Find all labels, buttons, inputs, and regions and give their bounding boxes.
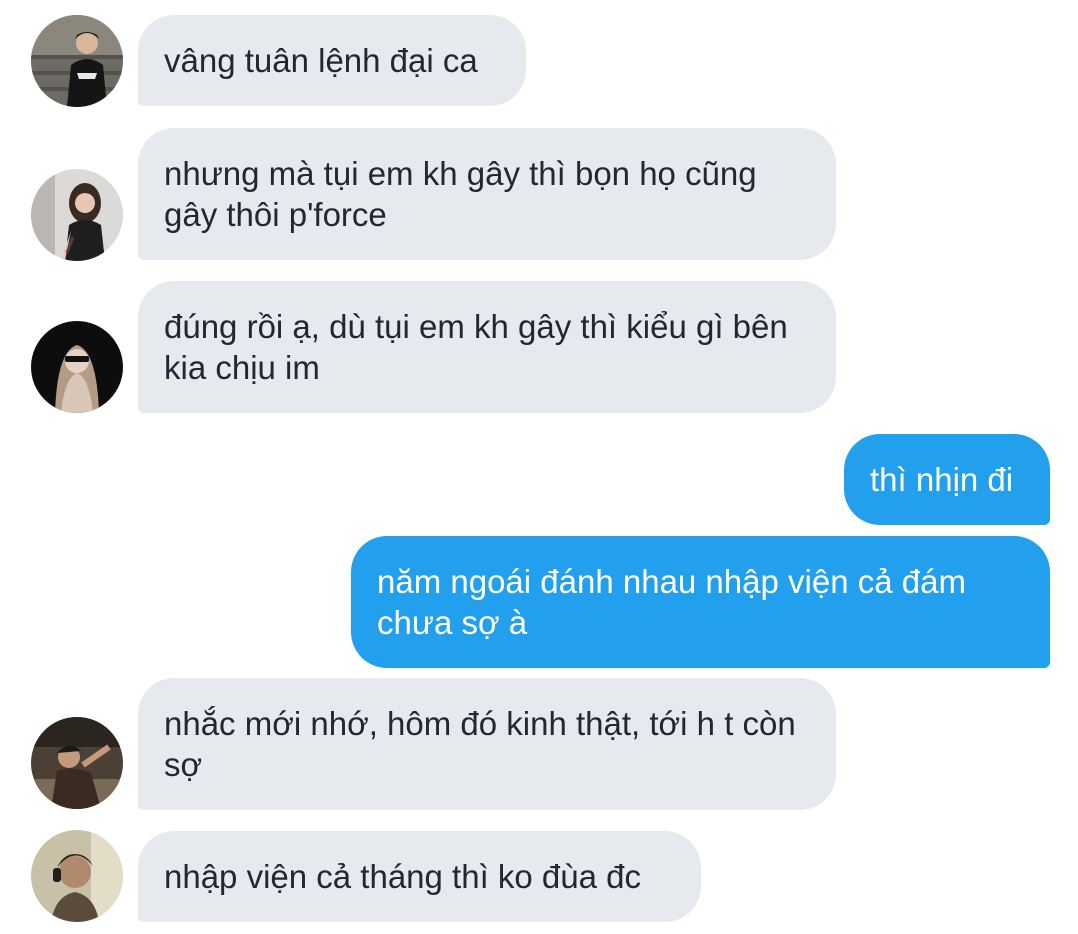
message-text: nhắc mới nhớ, hôm đó kinh thật, tới h t … bbox=[164, 705, 805, 783]
message-text: vâng tuân lệnh đại ca bbox=[164, 42, 478, 79]
avatar-girl-mirror-icon[interactable] bbox=[31, 169, 123, 261]
avatar-girl-sunglasses-icon[interactable] bbox=[31, 321, 123, 413]
message-text: nhưng mà tụi em kh gây thì bọn họ cũng g… bbox=[164, 155, 766, 233]
message-bubble[interactable]: nhưng mà tụi em kh gây thì bọn họ cũng g… bbox=[138, 128, 836, 260]
message-bubble[interactable]: đúng rồi ạ, dù tụi em kh gây thì kiểu gì… bbox=[138, 281, 836, 413]
message-text: nhập viện cả tháng thì ko đùa đc bbox=[164, 858, 642, 895]
message-bubble[interactable]: năm ngoái đánh nhau nhập viện cả đám chư… bbox=[351, 536, 1050, 668]
message-bubble[interactable]: nhắc mới nhớ, hôm đó kinh thật, tới h t … bbox=[138, 678, 836, 810]
message-text: năm ngoái đánh nhau nhập viện cả đám chư… bbox=[377, 563, 976, 641]
message-text: thì nhịn đi bbox=[870, 461, 1014, 498]
avatar-boy-headphones-icon[interactable] bbox=[31, 830, 123, 922]
avatar-boy-stairs-icon[interactable] bbox=[31, 15, 123, 107]
message-bubble[interactable]: thì nhịn đi bbox=[844, 434, 1050, 525]
message-text: đúng rồi ạ, dù tụi em kh gây thì kiểu gì… bbox=[164, 308, 797, 386]
avatar-boy-lying-icon[interactable] bbox=[31, 717, 123, 809]
message-bubble[interactable]: nhập viện cả tháng thì ko đùa đc bbox=[138, 831, 701, 922]
message-bubble[interactable]: vâng tuân lệnh đại ca bbox=[138, 15, 526, 106]
